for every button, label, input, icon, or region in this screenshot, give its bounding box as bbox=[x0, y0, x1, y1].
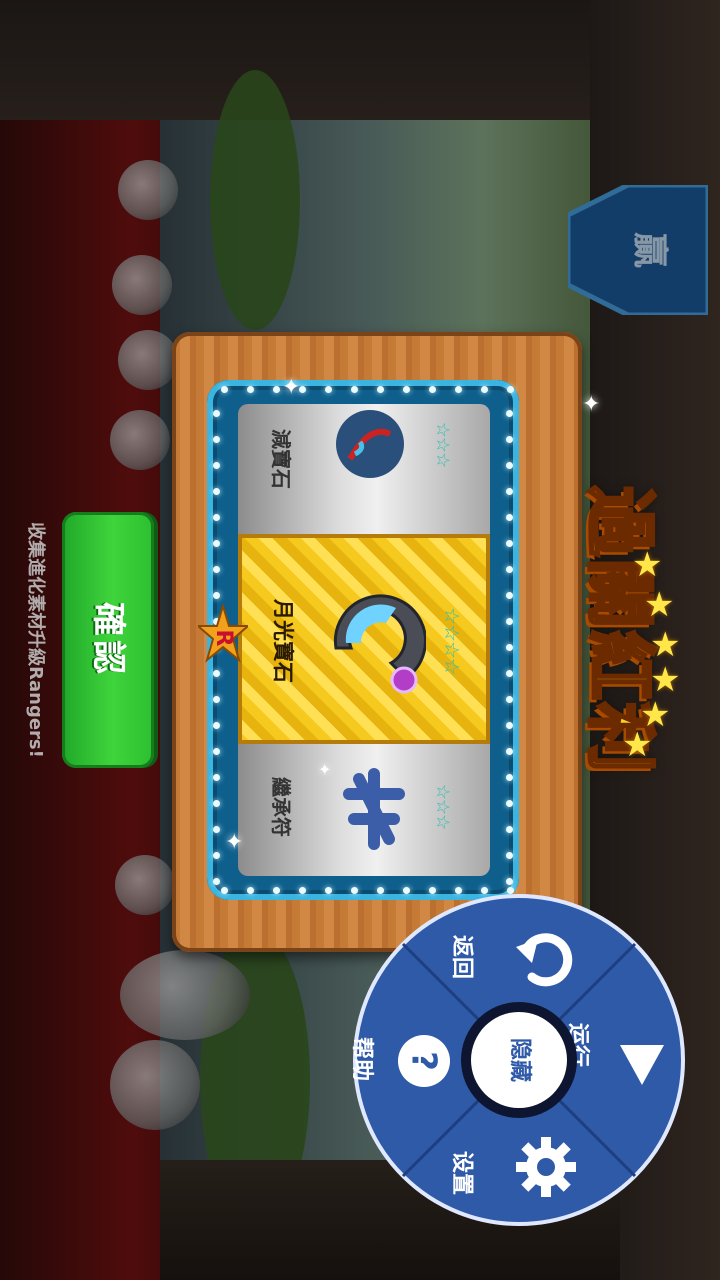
inherit-charm-icon bbox=[343, 768, 405, 850]
help-icon: ? bbox=[398, 1035, 450, 1087]
marquee-bulb bbox=[213, 800, 220, 807]
title-star-icon: ★ bbox=[632, 545, 663, 585]
title-star-icon: ★ bbox=[650, 625, 681, 665]
marquee-bulb bbox=[506, 436, 513, 443]
marquee-bulb bbox=[506, 878, 513, 885]
marquee-bulb bbox=[213, 462, 220, 469]
sparkle-icon: ✦ bbox=[282, 375, 301, 400]
rarity-letter: R bbox=[211, 630, 236, 647]
marquee-bulb bbox=[506, 826, 513, 833]
marquee-bulb bbox=[403, 386, 410, 393]
reward-title-banner: 過關紅利 bbox=[530, 405, 720, 855]
reel-stars: ☆☆☆ bbox=[432, 783, 454, 830]
reel-stars: ☆☆☆☆ bbox=[439, 607, 464, 675]
radial-menu: 返回 运行 设置 ? 帮助 隐藏 bbox=[349, 893, 686, 1227]
svg-text:?: ? bbox=[404, 1051, 444, 1071]
undo-icon bbox=[516, 933, 573, 987]
marquee-bulb bbox=[506, 748, 513, 755]
marquee-bulb bbox=[506, 696, 513, 703]
sparkle-icon: ✦ bbox=[318, 760, 332, 779]
marquee-bulb bbox=[325, 887, 332, 894]
confirm-button-label: 確認 bbox=[88, 602, 128, 678]
marquee-bulb bbox=[213, 852, 220, 859]
reel-slot-selected: 月光寶石 ☆☆☆☆ bbox=[238, 534, 490, 744]
marquee-bulb bbox=[506, 592, 513, 599]
marquee-bulb bbox=[273, 386, 280, 393]
marquee-bulb bbox=[506, 566, 513, 573]
gear-icon bbox=[516, 1137, 576, 1197]
marquee-bulb bbox=[213, 878, 220, 885]
game-scene: 贏 收集進化素材升級Rangers! 確認 減寶石 ☆☆☆ 月光寶石 ☆☆☆☆ … bbox=[0, 0, 720, 1280]
marquee-bulb bbox=[299, 887, 306, 894]
reward-reel: 減寶石 ☆☆☆ 月光寶石 ☆☆☆☆ 繼承符 ☆☆☆ bbox=[238, 404, 490, 876]
play-triangle-icon bbox=[620, 1045, 664, 1085]
marquee-bulb bbox=[506, 670, 513, 677]
marquee-bulb bbox=[213, 826, 220, 833]
marquee-bulb bbox=[213, 774, 220, 781]
marquee-bulb bbox=[213, 514, 220, 521]
marquee-bulb bbox=[455, 386, 462, 393]
marquee-bulb bbox=[481, 386, 488, 393]
marquee-bulb bbox=[213, 748, 220, 755]
rarity-star-badge: R bbox=[198, 604, 248, 663]
marquee-bulb bbox=[506, 410, 513, 417]
reel-slot-top: 減寶石 ☆☆☆ bbox=[238, 404, 490, 534]
marquee-bulb bbox=[377, 386, 384, 393]
marquee-bulb bbox=[213, 696, 220, 703]
marquee-bulb bbox=[221, 386, 228, 393]
reel-item-name: 減寶石 bbox=[269, 429, 293, 489]
run-menu-item[interactable]: 运行 bbox=[565, 983, 682, 1137]
marquee-bulb bbox=[325, 386, 332, 393]
help-label: 帮助 bbox=[349, 1036, 375, 1082]
marquee-bulb bbox=[213, 540, 220, 547]
marquee-bulb bbox=[213, 488, 220, 495]
marquee-bulb bbox=[506, 774, 513, 781]
marquee-bulb bbox=[213, 436, 220, 443]
marquee-bulb bbox=[351, 386, 358, 393]
back-label: 返回 bbox=[449, 934, 475, 980]
marquee-bulb bbox=[247, 887, 254, 894]
marquee-bulb bbox=[506, 852, 513, 859]
settings-label: 设置 bbox=[449, 1150, 475, 1196]
marquee-bulb bbox=[506, 800, 513, 807]
tip-text: 收集進化素材升級Rangers! bbox=[25, 522, 46, 758]
moon-gem-icon bbox=[333, 594, 426, 694]
marquee-bulb bbox=[221, 887, 228, 894]
sparkle-icon: ✦ bbox=[225, 830, 244, 855]
marquee-bulb bbox=[507, 386, 514, 393]
marquee-bulb bbox=[273, 887, 280, 894]
run-label: 运行 bbox=[565, 1022, 591, 1068]
title-star-icon: ★ bbox=[644, 585, 675, 625]
marquee-bulb bbox=[506, 488, 513, 495]
reel-stars: ☆☆☆ bbox=[432, 421, 454, 468]
marquee-bulb bbox=[506, 514, 513, 521]
marquee-bulb bbox=[213, 722, 220, 729]
reel-item-name: 繼承符 bbox=[269, 777, 293, 837]
marquee-bulb bbox=[213, 592, 220, 599]
title-star-icon: ★ bbox=[650, 660, 681, 700]
marquee-bulb bbox=[213, 566, 220, 573]
hide-menu-button[interactable]: 隐藏 bbox=[471, 1012, 567, 1108]
help-menu-item[interactable]: ? 帮助 bbox=[349, 983, 466, 1137]
marquee-bulb bbox=[213, 410, 220, 417]
marquee-bulb bbox=[506, 644, 513, 651]
marquee-bulb bbox=[506, 618, 513, 625]
marquee-bulb bbox=[429, 386, 436, 393]
hide-label: 隐藏 bbox=[507, 1037, 532, 1082]
confirm-button[interactable]: 確認 bbox=[62, 512, 154, 768]
gem-icon bbox=[336, 410, 404, 478]
reel-slot-bottom: 繼承符 ☆☆☆ bbox=[238, 744, 490, 876]
marquee-bulb bbox=[506, 722, 513, 729]
reel-item-name: 月光寶石 bbox=[271, 599, 295, 683]
marquee-bulb bbox=[247, 386, 254, 393]
title-star-icon: ★ bbox=[622, 725, 653, 765]
marquee-bulb bbox=[213, 670, 220, 677]
marquee-bulb bbox=[506, 462, 513, 469]
marquee-bulb bbox=[506, 540, 513, 547]
